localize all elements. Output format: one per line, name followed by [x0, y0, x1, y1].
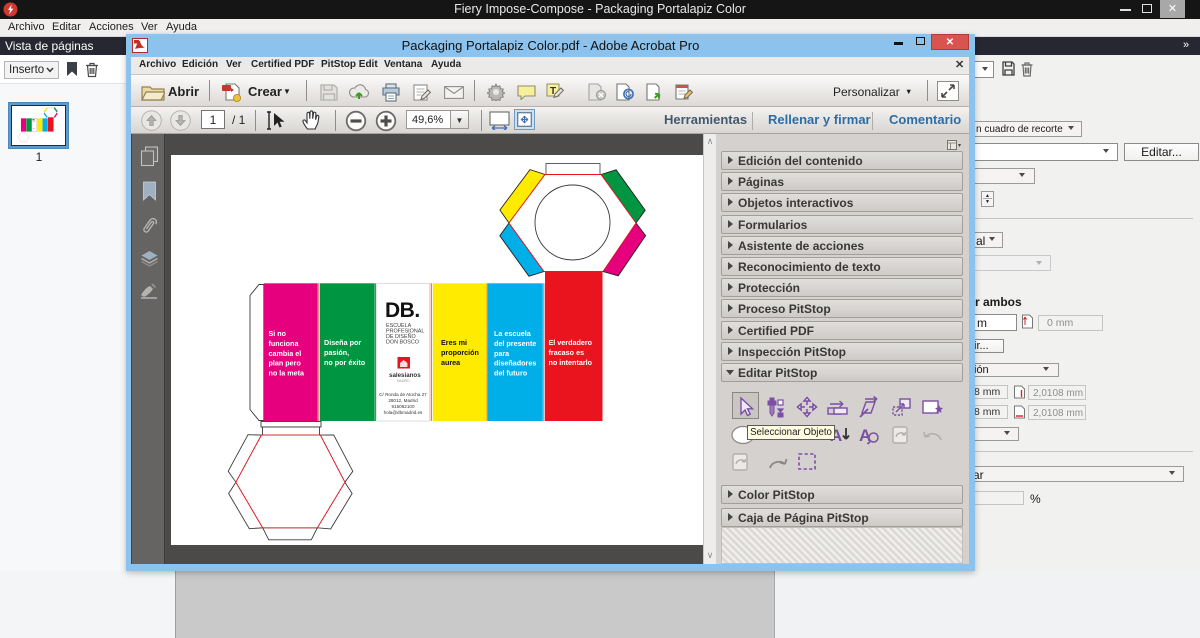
svg-text:La escuela: La escuela [494, 329, 532, 338]
svg-text:Si no: Si no [269, 329, 287, 338]
svg-text:proporción: proporción [441, 348, 479, 357]
svg-text:DON BOSCO: DON BOSCO [386, 340, 419, 346]
svg-text:no por éxito: no por éxito [324, 358, 366, 367]
svg-text:DB.: DB. [385, 299, 420, 322]
svg-text:salesianos: salesianos [389, 372, 421, 379]
svg-text:pasión,: pasión, [324, 348, 349, 357]
svg-text:28012, Madrid: 28012, Madrid [388, 398, 418, 403]
svg-text:no intentarlo: no intentarlo [549, 358, 593, 367]
svg-text:cambia el: cambia el [269, 349, 302, 358]
svg-text:Diseña por: Diseña por [324, 338, 361, 347]
svg-text:del futuro: del futuro [494, 369, 528, 378]
svg-text:El verdadero: El verdadero [549, 338, 593, 347]
svg-text:del presente: del presente [494, 339, 536, 348]
svg-text:aurea: aurea [441, 358, 461, 367]
svg-text:diseñadores: diseñadores [494, 359, 536, 368]
svg-text:C/ Ronda de Atocha 27: C/ Ronda de Atocha 27 [379, 392, 427, 397]
svg-text:915062100: 915062100 [392, 404, 415, 409]
svg-text:no la meta: no la meta [269, 369, 306, 378]
svg-text:para: para [494, 349, 510, 358]
svg-text:funciona: funciona [269, 339, 300, 348]
svg-text:MADRID: MADRID [397, 379, 410, 383]
svg-text:hola@dbmadrid.es: hola@dbmadrid.es [384, 410, 423, 415]
svg-text:fracaso es: fracaso es [549, 348, 585, 357]
svg-text:Eres mi: Eres mi [441, 338, 467, 347]
svg-text:plan pero: plan pero [269, 359, 302, 368]
